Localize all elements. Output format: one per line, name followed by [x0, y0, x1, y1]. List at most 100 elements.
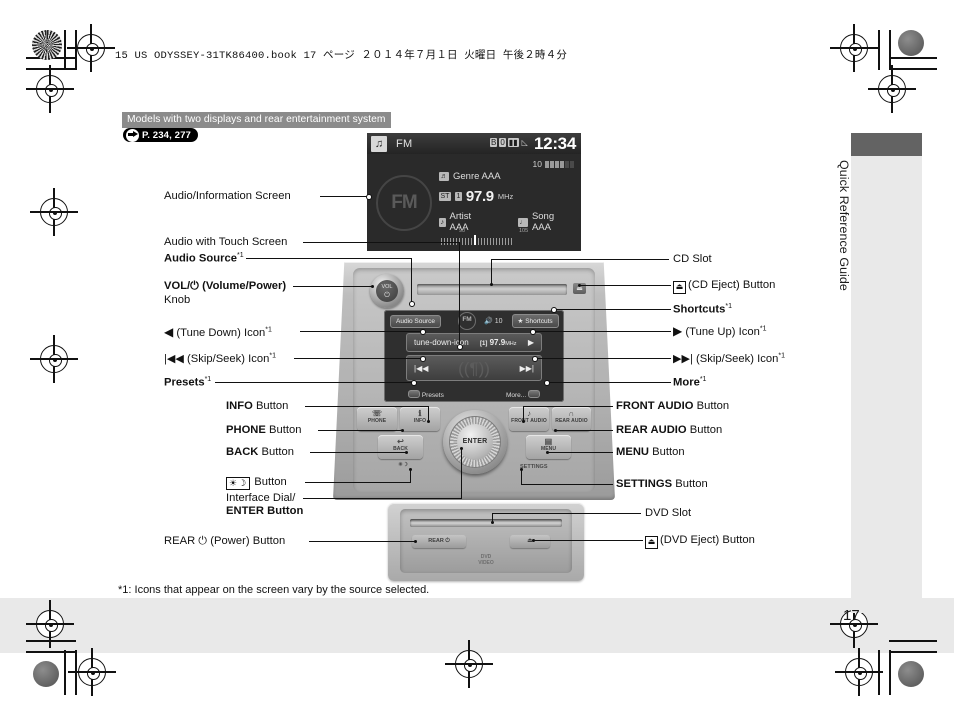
- back-arrow-icon: ↩: [397, 437, 404, 446]
- tune-down-icon: ◀: [164, 325, 174, 339]
- leader-endpoint: [532, 539, 535, 542]
- phone-button[interactable]: ☏ PHONE: [357, 407, 397, 431]
- tune-up-icon[interactable]: ▶: [528, 338, 534, 347]
- crop-mark: [26, 651, 76, 653]
- callout-dvd-eject-button: ⏏ (DVD Eject) Button: [645, 534, 755, 549]
- info-button-label: INFO: [413, 418, 427, 424]
- crop-mark: [26, 68, 76, 70]
- touch-top-row: Audio Source FM 🔊 10 ★ Shortcuts: [384, 312, 564, 330]
- callout-menu-text: MENU: [616, 446, 650, 458]
- callout-settings-suffix: Button: [672, 478, 708, 490]
- callout-rear-audio-suffix: Button: [686, 424, 723, 436]
- leader-endpoint: [544, 380, 550, 386]
- section-tab: [851, 133, 922, 613]
- bluetooth-icon: B: [490, 138, 498, 147]
- touch-volume-value: 10: [494, 317, 503, 325]
- leader-line: [309, 541, 416, 542]
- callout-rear-power-button: REAR ⏻ (Power) Button: [164, 535, 286, 547]
- registration-mark: [868, 65, 916, 113]
- settings-button[interactable]: SETTINGS: [520, 464, 548, 470]
- station-icon: ST: [439, 192, 451, 201]
- vol-power-knob[interactable]: VOL ⏻: [370, 274, 404, 308]
- tune-panel: tune-down-icon [1] 97.9MHz ▶: [406, 333, 542, 352]
- menu-button[interactable]: ▤ MENU: [526, 435, 571, 459]
- presets-tab-icon: [408, 390, 420, 398]
- rear-power-button[interactable]: REAR ⏻: [412, 535, 466, 548]
- registration-starburst: [32, 30, 62, 60]
- front-audio-button-label: FRONT AUDIO: [511, 418, 547, 424]
- star-icon: ★: [517, 318, 524, 325]
- callout-audio-information-screen: Audio/Information Screen: [164, 190, 291, 202]
- callout-presets: Presets*1: [164, 376, 211, 389]
- print-slug: 15 US ODYSSEY-31TK86400.book 17 ページ ２０１４…: [115, 50, 568, 62]
- leader-line: [293, 286, 373, 287]
- genre-icon: ♬: [439, 172, 449, 181]
- arrow-right-icon: [126, 128, 139, 142]
- headphones-icon: ∩: [568, 409, 575, 418]
- skip-forward-icon: ▶▶|: [673, 353, 693, 365]
- dvd-eject-button[interactable]: ⏏: [510, 535, 550, 548]
- registration-mark: [830, 24, 878, 72]
- leader-endpoint: [490, 283, 493, 286]
- leader-line: [459, 242, 460, 346]
- footnote-ref: *1: [725, 303, 733, 310]
- callout-skip-seek-back-icon: |◀◀ (Skip/Seek) Icon*1: [164, 352, 276, 365]
- presets-button[interactable]: Presets: [408, 390, 444, 399]
- callout-dvd-eject-text: (DVD Eject) Button: [660, 534, 755, 546]
- more-button[interactable]: More...: [506, 390, 540, 399]
- audio-source-button[interactable]: Audio Source: [390, 314, 442, 328]
- callout-cd-slot: CD Slot: [673, 253, 712, 265]
- front-audio-button[interactable]: ♪ FRONT AUDIO: [509, 407, 549, 431]
- leader-line: [521, 470, 522, 484]
- models-banner: Models with two displays and rear entert…: [122, 112, 391, 128]
- leader-endpoint: [491, 521, 494, 524]
- leader-endpoint: [420, 356, 426, 362]
- tuner-tick-right: 105: [519, 228, 529, 234]
- touch-volume-indicator: 🔊 10: [484, 317, 503, 326]
- skip-forward-icon[interactable]: ▶▶|: [520, 364, 534, 373]
- day-night-button[interactable]: ☀☽: [398, 462, 408, 468]
- tuner-tick-marks: [441, 235, 569, 245]
- callout-more: More*1: [673, 376, 706, 389]
- skip-seek-panel: |◀◀ ((¶)) ▶▶|: [406, 355, 542, 381]
- status-icon-group: B 0 ▮▮ ◺: [490, 138, 529, 147]
- leader-line: [534, 540, 643, 541]
- density-patch: [898, 661, 924, 687]
- leader-line: [546, 382, 671, 383]
- screen-band-label: FM: [396, 137, 413, 150]
- leader-endpoint: [522, 420, 525, 423]
- callout-day-night-button: ☀☽ Button: [226, 476, 287, 490]
- callout-front-audio-suffix: Button: [693, 400, 730, 412]
- enter-button[interactable]: ENTER: [457, 424, 493, 460]
- skip-back-icon[interactable]: |◀◀: [414, 364, 428, 373]
- callout-cd-eject-text: (CD Eject) Button: [688, 279, 776, 291]
- leader-line: [310, 452, 407, 453]
- info-button[interactable]: ℹ INFO: [400, 407, 440, 431]
- back-button[interactable]: ↩ BACK: [378, 435, 423, 459]
- leader-endpoint: [546, 451, 549, 454]
- touch-source-logo: FM: [458, 312, 477, 330]
- tune-up-icon: ▶: [673, 324, 683, 338]
- page-number: 17: [843, 607, 860, 624]
- callout-cd-eject-button: ⏏ (CD Eject) Button: [673, 279, 775, 294]
- crop-mark: [75, 650, 77, 695]
- crop-mark: [878, 30, 880, 70]
- registration-mark: [67, 24, 115, 72]
- leader-line: [303, 242, 460, 243]
- leader-line: [300, 331, 422, 332]
- leader-endpoint: [460, 447, 463, 450]
- callout-skip-forward-text: (Skip/Seek) Icon: [695, 353, 779, 365]
- tuner-tick-left: 90: [459, 228, 466, 234]
- music-note-icon: ♪: [526, 409, 532, 418]
- crop-mark: [889, 57, 937, 59]
- frequency-value: 97.9: [465, 188, 494, 205]
- callout-more-text: More: [673, 376, 700, 389]
- preset-number: [1]: [480, 341, 488, 347]
- song-icon: ♩: [517, 217, 528, 227]
- callout-tune-down-icon: ◀ (Tune Down) Icon*1: [164, 325, 272, 339]
- frequency-unit: MHz: [497, 192, 514, 201]
- page-reference-badge[interactable]: P. 234, 277: [123, 128, 198, 142]
- rear-audio-button[interactable]: ∩ REAR AUDIO: [552, 407, 591, 431]
- leader-line: [491, 259, 669, 260]
- shortcuts-button[interactable]: ★ Shortcuts: [511, 314, 559, 328]
